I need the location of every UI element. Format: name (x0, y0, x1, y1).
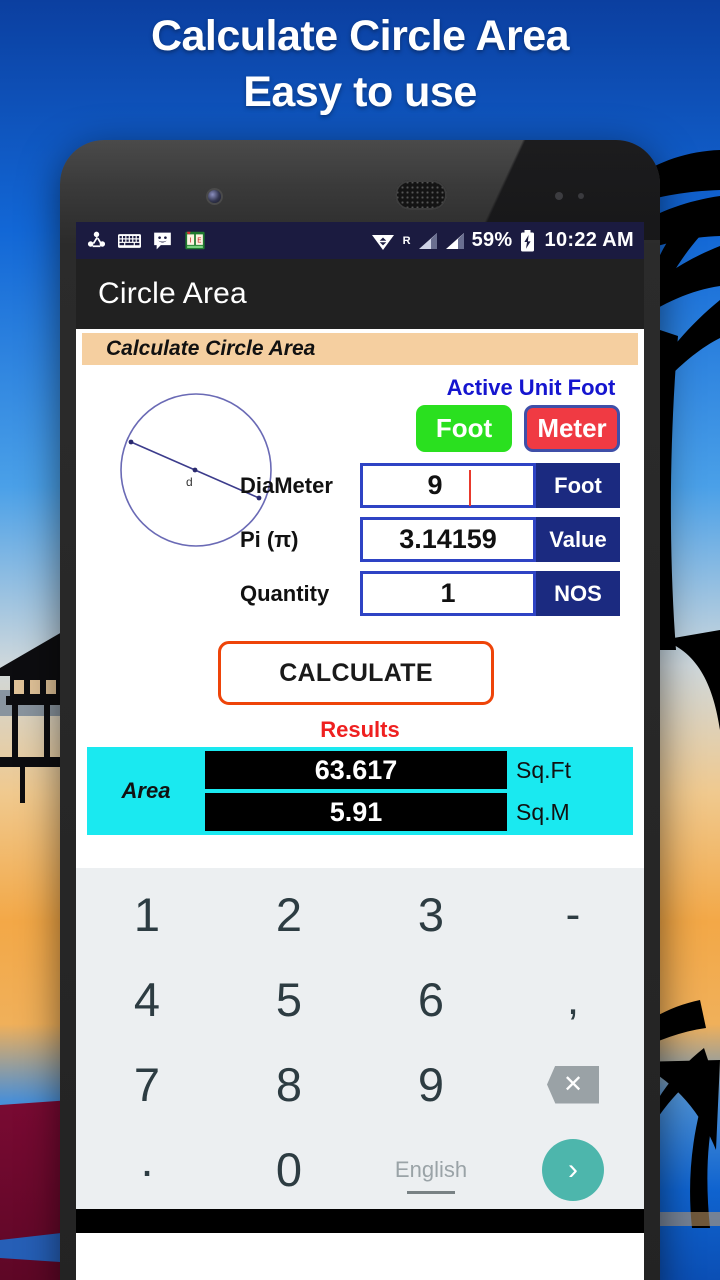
section-banner: Calculate Circle Area (82, 333, 638, 365)
result-value-sqm: 5.91 (205, 793, 507, 831)
shareit-icon (87, 231, 106, 248)
quantity-value: 1 (440, 578, 456, 608)
key-enter[interactable]: › (502, 1127, 644, 1212)
battery-percent-label: 59% (471, 229, 513, 251)
promo-headline: Calculate Circle Area Easy to use (0, 8, 720, 120)
quantity-label: Quantity (240, 580, 330, 606)
svg-text:I: I (190, 237, 192, 245)
key-8[interactable]: 8 (218, 1042, 360, 1127)
key-0[interactable]: 0 (218, 1127, 360, 1212)
roaming-indicator: R (402, 234, 411, 247)
input-rows: DiaMeter 9 Foot Pi (π) 3.14159 Value Qua… (240, 463, 620, 625)
pi-label: Pi (π) (240, 526, 299, 552)
diameter-label: DiaMeter (240, 472, 333, 498)
front-camera-icon (208, 190, 221, 203)
quantity-input[interactable]: 1 (360, 571, 536, 616)
result-unit-sqm: Sq.M (516, 798, 570, 825)
enter-icon: › (542, 1138, 604, 1201)
unit-toggle-group: Foot Meter (416, 405, 620, 452)
diameter-value: 9 (427, 470, 443, 500)
language-underline (407, 1190, 455, 1194)
section-banner-label: Calculate Circle Area (106, 337, 316, 360)
status-bar-clock: 10:22 AM (544, 229, 634, 251)
keyboard-row-2: 4 5 6 , (76, 957, 644, 1042)
language-label: English (395, 1157, 467, 1194)
calculate-button[interactable]: CALCULATE (218, 641, 494, 705)
phone-screen: I E R 59% 10:22 AM Circle Area Calculate… (76, 222, 644, 1280)
key-language[interactable]: English (360, 1127, 502, 1212)
key-6[interactable]: 6 (360, 957, 502, 1042)
status-bar: I E R 59% 10:22 AM (76, 222, 644, 259)
result-line-sqm: 5.91 Sq.M (205, 793, 633, 831)
numeric-keyboard: 1 2 3 - 4 5 6 , 7 8 9 ✕ . 0 English › (76, 868, 644, 1209)
key-9[interactable]: 9 (360, 1042, 502, 1127)
key-2[interactable]: 2 (218, 872, 360, 957)
unit-foot-button[interactable]: Foot (416, 405, 512, 452)
key-5[interactable]: 5 (218, 957, 360, 1042)
key-comma[interactable]: , (502, 957, 644, 1042)
phone-mockup: I E R 59% 10:22 AM Circle Area Calculate… (60, 140, 660, 1280)
svg-text:E: E (197, 237, 201, 245)
keyboard-row-1: 1 2 3 - (76, 872, 644, 957)
page-title: Circle Area (98, 277, 247, 310)
diameter-unit-label: Foot (536, 463, 620, 508)
key-1[interactable]: 1 (76, 872, 218, 957)
calculator-body: Active Unit Foot Foot Meter d DiaMeter 9… (76, 365, 644, 868)
promo-line-1: Calculate Circle Area (150, 12, 570, 60)
input-row-diameter: DiaMeter 9 Foot (240, 463, 620, 508)
results-panel: Area 63.617 Sq.Ft 5.91 Sq.M (87, 747, 633, 835)
results-values: 63.617 Sq.Ft 5.91 Sq.M (205, 747, 633, 835)
battery-charging-icon (520, 229, 534, 251)
result-line-sqft: 63.617 Sq.Ft (205, 751, 633, 789)
app-bar: Circle Area (76, 259, 644, 329)
key-3[interactable]: 3 (360, 872, 502, 957)
status-bar-system-icons: R 59% 10:22 AM (371, 229, 634, 252)
wifi-icon (371, 234, 394, 250)
light-sensor-icon (578, 193, 584, 199)
status-bar-notification-icons: I E (86, 230, 206, 251)
backspace-icon: ✕ (547, 1065, 599, 1104)
keyboard-row-4: . 0 English › (76, 1127, 644, 1212)
input-row-pi: Pi (π) 3.14159 Value (240, 517, 620, 562)
active-unit-label: Active Unit Foot (446, 375, 616, 400)
pi-value: 3.14159 (399, 524, 497, 554)
text-caret (469, 470, 471, 506)
signal-bars-icon (418, 232, 437, 249)
diameter-input[interactable]: 9 (360, 463, 536, 508)
result-unit-sqft: Sq.Ft (516, 756, 571, 783)
keyboard-icon (118, 233, 141, 248)
messaging-smiley-icon (154, 232, 171, 249)
key-backspace[interactable]: ✕ (502, 1042, 644, 1127)
quantity-unit-label: NOS (536, 571, 620, 616)
pi-unit-label: Value (536, 517, 620, 562)
result-value-sqft: 63.617 (205, 751, 507, 789)
key-dash[interactable]: - (502, 872, 644, 957)
earpiece-speaker-icon (395, 180, 447, 210)
promo-line-2: Easy to use (243, 68, 477, 116)
key-4[interactable]: 4 (76, 957, 218, 1042)
proximity-sensor-icon (555, 192, 563, 200)
signal-bars-icon-2 (445, 232, 464, 249)
unit-meter-button[interactable]: Meter (524, 405, 620, 452)
navigation-bar (76, 1209, 644, 1233)
diagram-d-label: d (186, 475, 193, 489)
input-row-quantity: Quantity 1 NOS (240, 571, 620, 616)
key-period[interactable]: . (76, 1127, 218, 1212)
pi-input[interactable]: 3.14159 (360, 517, 536, 562)
dictionary-book-icon: I E (185, 231, 205, 250)
results-heading: Results (320, 717, 400, 742)
key-7[interactable]: 7 (76, 1042, 218, 1127)
keyboard-row-3: 7 8 9 ✕ (76, 1042, 644, 1127)
results-area-label: Area (121, 778, 171, 803)
